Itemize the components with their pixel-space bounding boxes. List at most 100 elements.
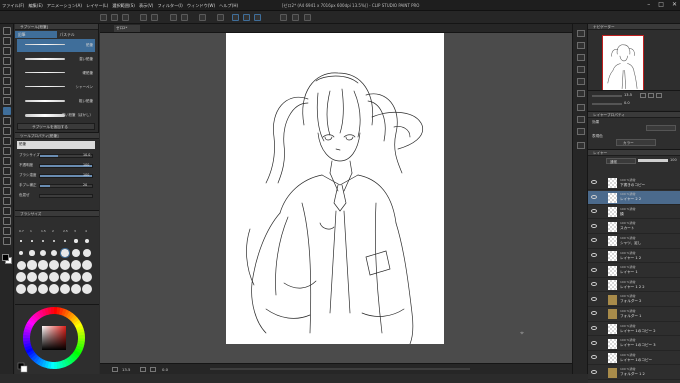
brush-size-preset[interactable] [49,260,59,270]
brush-size-preset[interactable] [72,249,80,257]
hide-selection-icon[interactable] [280,14,287,21]
brush-size-preset[interactable] [82,260,92,270]
brush-size-preset[interactable] [60,260,70,270]
auto-select-tool-icon[interactable] [3,77,11,85]
layer-row[interactable]: 100 %通常顔 [588,205,680,220]
zoom-tool-icon[interactable] [3,27,11,35]
panel-icon-3[interactable] [577,54,585,61]
visibility-eye-icon[interactable] [591,238,597,243]
eyedropper-tool-icon[interactable] [3,87,11,95]
brush-size-preset[interactable] [49,272,59,282]
brush-item[interactable]: シャーペン [17,81,95,94]
move-layer-tool-icon[interactable] [3,57,11,65]
visibility-eye-icon[interactable] [591,311,597,316]
brush-size-preset[interactable] [16,272,26,282]
zoom-in-button[interactable] [648,93,654,98]
close-icon[interactable]: ✕ [672,1,677,8]
effect-buttons[interactable] [646,125,676,131]
panel-icon-1[interactable] [577,30,585,37]
brush-size-preset[interactable] [29,250,35,256]
ruler-icon[interactable] [304,14,311,21]
brush-size-preset[interactable] [71,260,81,270]
menu-file[interactable]: ファイル(F) [2,3,24,9]
canvas-tab[interactable]: ゼロ2* [114,25,140,32]
panel-icon-7[interactable] [577,104,585,111]
color-wheel[interactable] [15,305,99,375]
brush-tool-icon[interactable] [3,117,11,125]
brush-size-preset[interactable] [27,260,37,270]
airbrush-tool-icon[interactable] [3,127,11,135]
panel-icon-5[interactable] [577,78,585,85]
brush-size-preset[interactable] [82,272,92,282]
visibility-eye-icon[interactable] [591,180,597,184]
panel-icon-6[interactable] [577,90,585,97]
brush-size-preset[interactable] [31,240,33,242]
text-tool-icon[interactable] [3,217,11,225]
brush-item[interactable]: 濃い鉛筆 [17,53,95,66]
panel-icon-4[interactable] [577,66,585,73]
opacity-slider[interactable] [638,159,668,162]
layer-row[interactable]: 100 %通常 レイヤー 1 2 [588,249,680,264]
canvas-paper[interactable] [226,33,444,344]
layer-row[interactable]: 100 %通常 下書きのコピー [588,176,680,191]
clear-icon[interactable] [181,14,188,21]
brush-size-preset[interactable] [60,284,70,294]
visibility-eye-icon[interactable] [591,267,597,272]
layer-row[interactable]: 100 %通常 レイヤー 1のコピー 2 [588,322,680,337]
brush-size-preset[interactable] [42,240,44,242]
tab-pencil[interactable]: 鉛筆 [15,31,57,38]
brush-size-preset[interactable] [71,272,81,282]
brush-size-preset[interactable] [50,249,58,257]
brush-size-preset[interactable] [82,248,92,258]
brush-size-preset[interactable] [20,240,22,242]
visibility-eye-icon[interactable] [591,326,597,330]
pencil-tool-icon[interactable] [3,107,11,115]
layer-folder-row[interactable]: 100 %通常 フォルダー 1 2 [588,366,680,380]
delete-icon[interactable] [170,14,177,21]
brush-size-preset[interactable] [18,250,24,256]
brush-size-preset[interactable] [52,239,56,243]
gradient-tool-icon[interactable] [3,177,11,185]
brush-item[interactable]: 濃い鉛筆（ぼかし） [17,109,95,122]
visibility-eye-icon[interactable] [591,369,597,374]
eraser-tool-icon[interactable] [3,147,11,155]
figure-tool-icon[interactable] [3,187,11,195]
zoom-out-button[interactable] [640,93,646,98]
brush-size-preset[interactable] [16,260,26,270]
visibility-eye-icon[interactable] [591,355,597,360]
minimize-icon[interactable]: – [647,1,650,8]
brush-size-preset[interactable] [38,284,48,294]
brush-size-preset[interactable] [63,239,67,243]
panel-icon-9[interactable] [577,128,585,135]
layer-row[interactable]: 100 %通常 レイヤー 1のコピー 3 [588,337,680,351]
brush-size-preset[interactable] [71,284,81,294]
pen-tool-icon[interactable] [3,97,11,105]
redo-icon[interactable] [151,14,158,21]
snap-grid-icon[interactable] [254,14,261,21]
menu-edit[interactable]: 編集(E) [28,3,42,9]
canvas-area[interactable]: ⌖ [100,33,572,363]
menu-animation[interactable]: アニメーション(A) [47,3,82,9]
correct-line-tool-icon[interactable] [3,237,11,245]
layer-row[interactable]: 100 %通常 シャツ、足し [588,234,680,249]
brush-size-preset[interactable] [60,248,70,258]
blend-tool-icon[interactable] [3,157,11,165]
navigator-thumbnail[interactable] [602,35,644,97]
ruler-tool-icon[interactable] [3,207,11,215]
decoration-tool-icon[interactable] [3,137,11,145]
fill-tool-icon[interactable] [3,167,11,175]
brush-item[interactable]: 粗い鉛筆 [17,95,95,108]
brush-size-preset[interactable] [74,239,78,243]
property-slider[interactable] [39,194,93,198]
visibility-eye-icon[interactable] [591,296,597,301]
navigator-toggle-icon[interactable] [112,367,118,372]
menu-filter[interactable]: フィルター(I) [157,3,182,9]
operation-tool-icon[interactable] [3,47,11,55]
brush-size-preset[interactable] [38,260,48,270]
visibility-eye-icon[interactable] [591,209,597,214]
new-file-icon[interactable] [100,14,107,21]
blend-mode-select[interactable]: 通常 [606,158,636,164]
menu-selection[interactable]: 選択範囲(S) [112,3,135,9]
menu-view[interactable]: 表示(V) [139,3,154,9]
add-subtool-button[interactable]: サブツールを追加する [17,123,95,130]
